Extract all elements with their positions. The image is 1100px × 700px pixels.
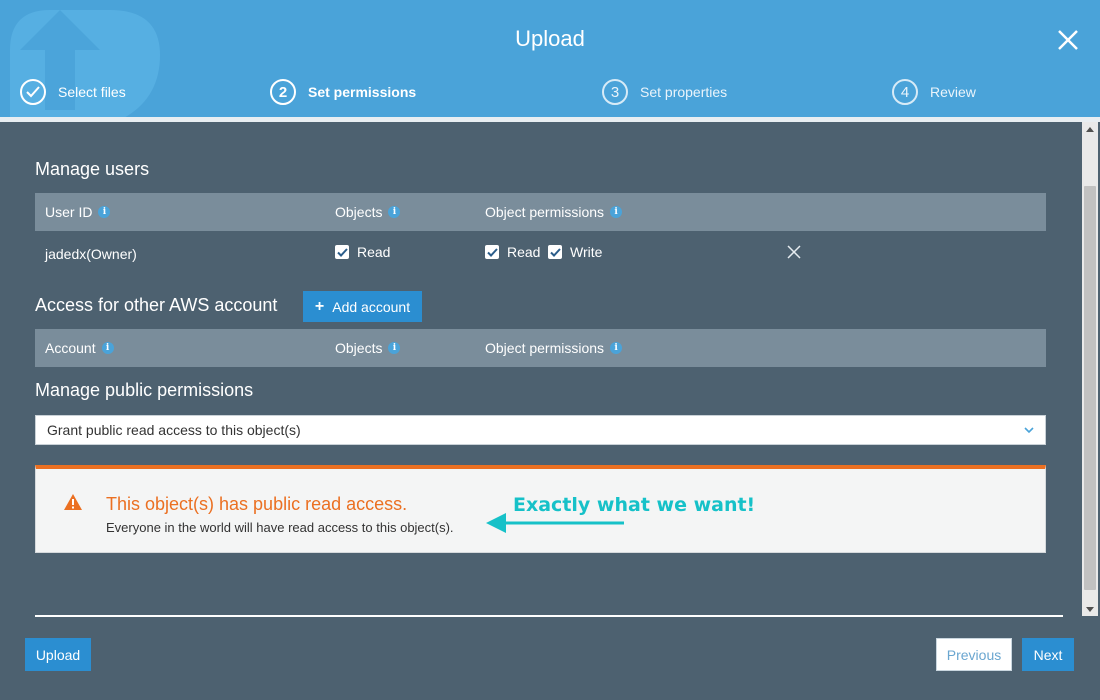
step-label: Review bbox=[930, 84, 976, 100]
user-id-cell: jadedx(Owner) bbox=[45, 246, 137, 262]
dialog-title: Upload bbox=[515, 26, 585, 51]
objects-read-checkbox[interactable]: Read bbox=[335, 231, 390, 273]
warning-icon bbox=[64, 494, 82, 510]
footer-divider bbox=[35, 615, 1063, 617]
step-number: 4 bbox=[892, 79, 918, 105]
scroll-up-icon[interactable] bbox=[1082, 122, 1098, 136]
users-table-header: User ID i Objects i Object permissions i bbox=[35, 193, 1046, 231]
col-account: Account i bbox=[45, 329, 114, 367]
upload-header: Upload Select files 2 Set permissions 3 … bbox=[0, 0, 1100, 118]
close-icon[interactable] bbox=[1055, 27, 1081, 53]
step-label: Set properties bbox=[640, 84, 728, 100]
checkbox-checked-icon[interactable] bbox=[548, 245, 562, 259]
info-icon[interactable]: i bbox=[388, 342, 401, 354]
close-icon[interactable] bbox=[787, 245, 801, 259]
step-number: 3 bbox=[602, 79, 628, 105]
public-permissions-title: Manage public permissions bbox=[35, 380, 254, 400]
accounts-table-header: Account i Objects i Object permissions i bbox=[35, 329, 1046, 367]
remove-user-button[interactable] bbox=[787, 231, 801, 273]
col-object-permissions: Object permissions i bbox=[485, 193, 623, 231]
col-objects: Objects i bbox=[335, 329, 401, 367]
perm-read-checkbox[interactable]: Read bbox=[485, 231, 540, 273]
upload-button[interactable]: Upload bbox=[25, 638, 91, 671]
step-select-files[interactable]: Select files bbox=[20, 79, 126, 105]
alert-title: This object(s) has public read access. bbox=[106, 494, 408, 514]
checkbox-label: Read bbox=[357, 244, 391, 260]
select-value: Grant public read access to this object(… bbox=[47, 422, 301, 438]
next-button[interactable]: Next bbox=[1022, 638, 1074, 671]
info-icon[interactable]: i bbox=[98, 206, 111, 218]
plus-icon: + bbox=[314, 297, 325, 315]
manage-users-title: Manage users bbox=[35, 159, 150, 179]
alert-body: Everyone in the world will have read acc… bbox=[106, 520, 454, 535]
checkbox-checked-icon[interactable] bbox=[335, 245, 349, 259]
step-label: Set permissions bbox=[308, 84, 417, 100]
step-label: Select files bbox=[58, 84, 126, 100]
info-icon[interactable]: i bbox=[101, 342, 114, 354]
step-number: 2 bbox=[270, 79, 296, 105]
col-user-id: User ID i bbox=[45, 193, 111, 231]
add-account-button[interactable]: + Add account bbox=[303, 291, 422, 322]
header-divider bbox=[0, 117, 1100, 122]
table-row: jadedx(Owner) Read Read Write bbox=[35, 233, 1046, 275]
info-icon[interactable]: i bbox=[388, 206, 401, 218]
checkbox-label: Read bbox=[507, 244, 541, 260]
scroll-down-icon[interactable] bbox=[1082, 602, 1098, 616]
info-icon[interactable]: i bbox=[610, 206, 623, 218]
checkbox-checked-icon[interactable] bbox=[485, 245, 499, 259]
step-set-properties[interactable]: 3 Set properties bbox=[602, 79, 727, 105]
info-icon[interactable]: i bbox=[610, 342, 623, 354]
other-accounts-title: Access for other AWS account bbox=[35, 295, 278, 315]
step-set-permissions[interactable]: 2 Set permissions bbox=[270, 79, 416, 105]
perm-write-checkbox[interactable]: Write bbox=[548, 231, 602, 273]
checkmark-icon bbox=[20, 79, 46, 105]
public-permissions-select[interactable]: Grant public read access to this object(… bbox=[35, 415, 1046, 445]
step-review[interactable]: 4 Review bbox=[892, 79, 976, 105]
checkbox-label: Write bbox=[570, 244, 603, 260]
scroll-thumb[interactable] bbox=[1084, 186, 1096, 590]
arrow-left-icon bbox=[486, 513, 624, 533]
chevron-down-icon bbox=[1024, 427, 1034, 434]
col-object-permissions: Object permissions i bbox=[485, 329, 623, 367]
previous-button[interactable]: Previous bbox=[936, 638, 1012, 671]
vertical-scrollbar[interactable] bbox=[1082, 122, 1098, 616]
col-objects: Objects i bbox=[335, 193, 401, 231]
